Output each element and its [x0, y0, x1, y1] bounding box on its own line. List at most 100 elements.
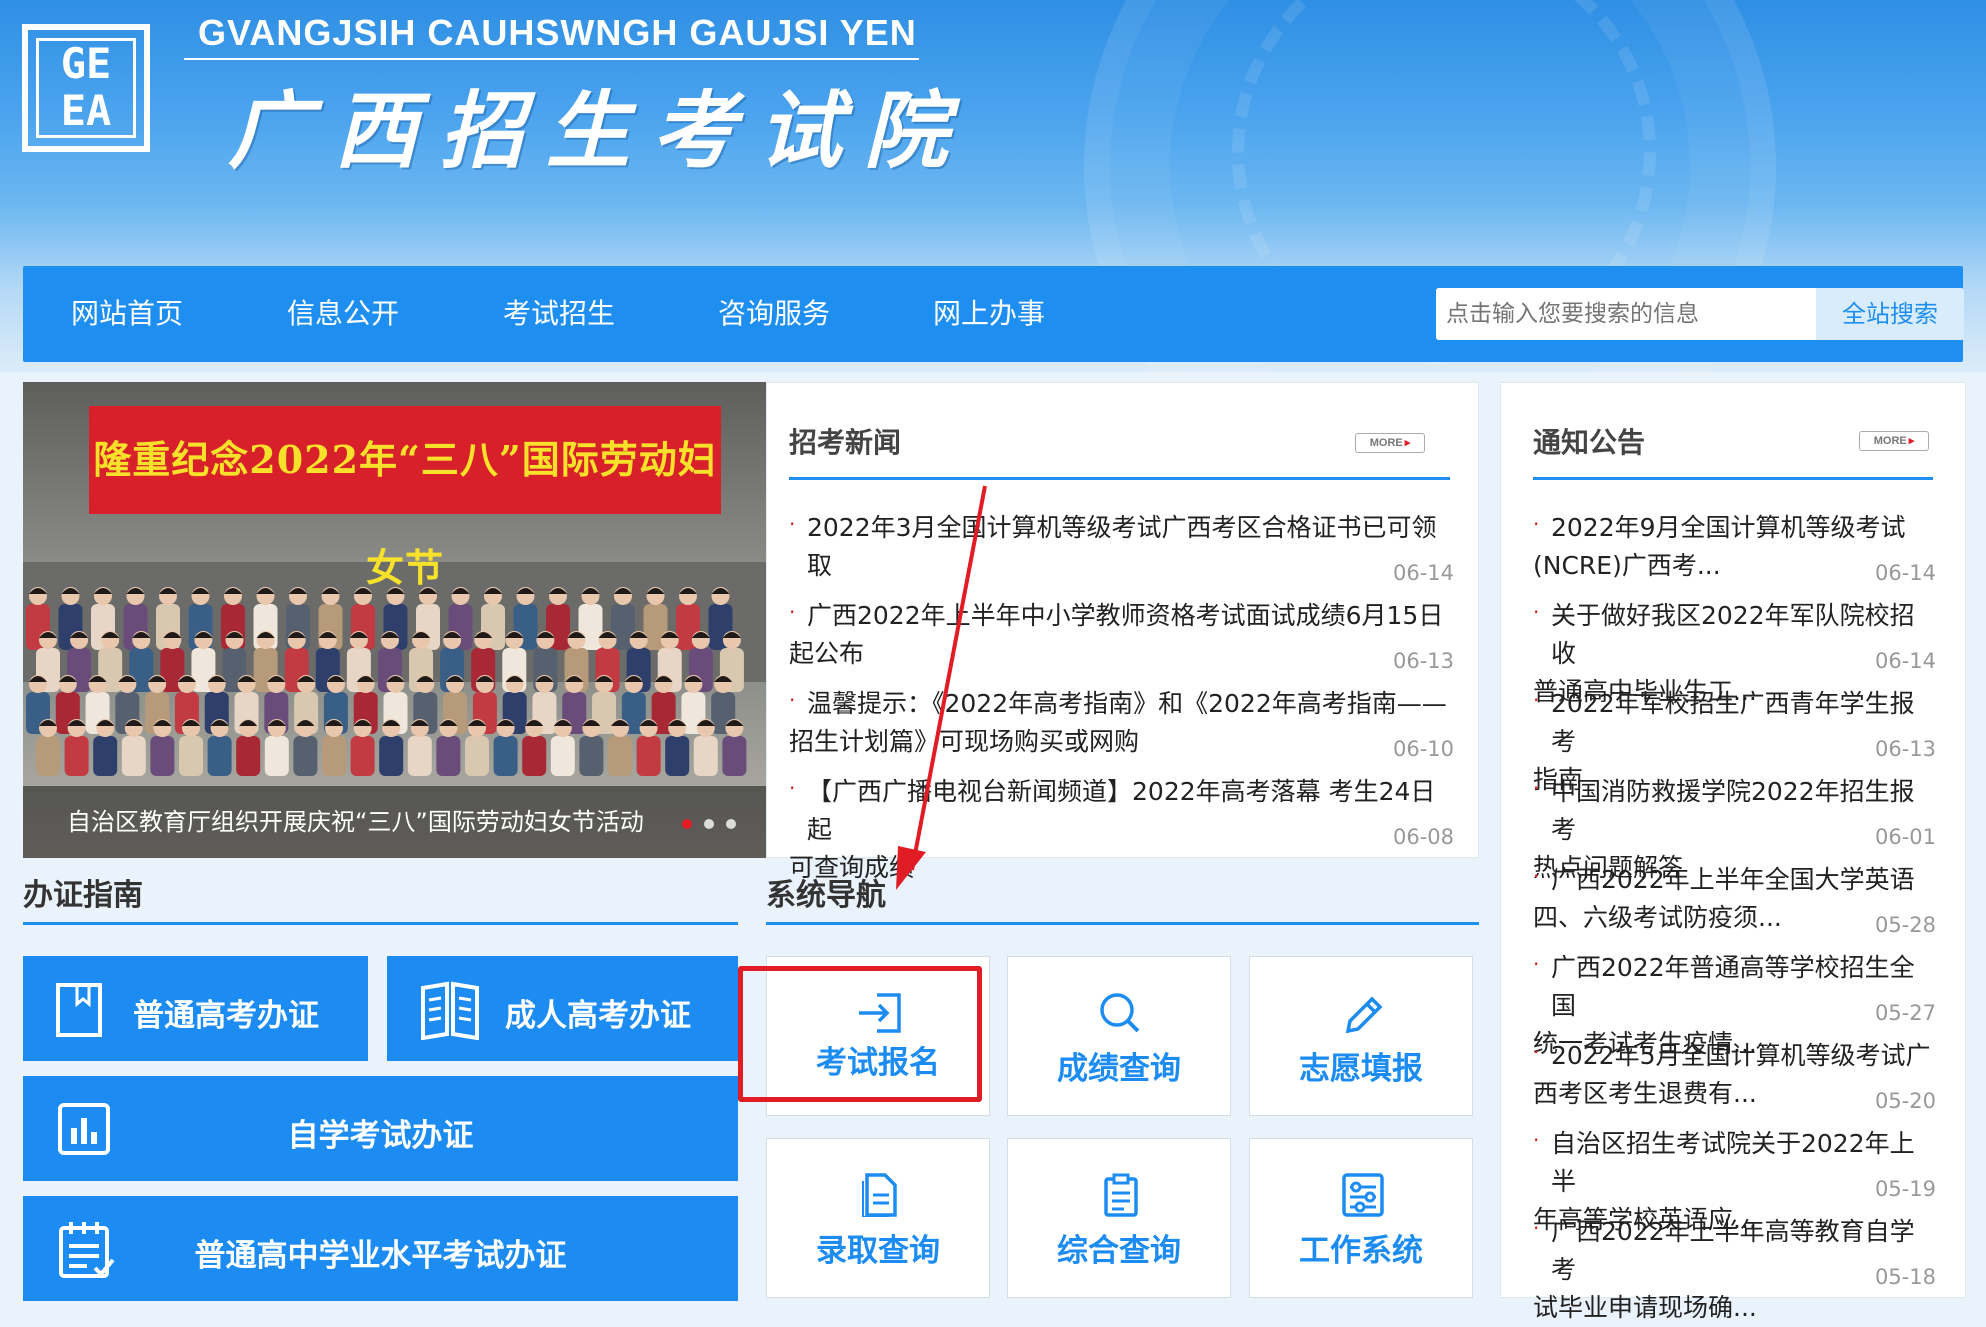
carousel-dots: [670, 814, 736, 833]
news-item-text-cont: 起公布: [789, 639, 865, 668]
notice-item-text: 自治区招生考试院关于2022年上半: [1551, 1129, 1915, 1196]
notice-item[interactable]: · 2022年5月全国计算机等级考试广 西考区考生退费有...: [1533, 1037, 1933, 1113]
sysnav-card-work[interactable]: 工作系统: [1249, 1138, 1473, 1298]
notice-item[interactable]: · 广西2022年上半年全国大学英语 四、六级考试防疫须...: [1533, 861, 1933, 937]
bullet-icon: ·: [1533, 864, 1540, 888]
bullet-icon: ·: [1533, 952, 1540, 976]
notice-item[interactable]: · 广西2022年上半年高等教育自学考 试毕业申请现场确...: [1533, 1213, 1933, 1327]
news-item[interactable]: · 【广西广播电视台新闻频道】2022年高考落幕 考生24日起 可查询成绩: [789, 773, 1450, 887]
news-title-underline: [789, 477, 1450, 480]
notice-more-button[interactable]: MORE ▸: [1859, 431, 1929, 451]
news-item[interactable]: · 2022年3月全国计算机等级考试广西考区合格证书已可领取: [789, 509, 1450, 585]
open-book-icon: [421, 981, 479, 1040]
bullet-icon: ·: [1533, 1040, 1540, 1064]
guide-tile-adult[interactable]: 成人高考办证: [387, 956, 738, 1061]
news-panel: 招考新闻 MORE ▸ · 2022年3月全国计算机等级考试广西考区合格证书已可领…: [766, 382, 1479, 882]
more-arrow-icon: ▸: [1908, 435, 1915, 447]
book-icon: [56, 983, 102, 1037]
news-more-button[interactable]: MORE ▸: [1355, 433, 1425, 453]
sysnav-title-underline: [766, 922, 1479, 925]
news-item[interactable]: · 广西2022年上半年中小学教师资格考试面试成绩6月15日 起公布: [789, 597, 1450, 673]
search-box: 全站搜索: [1436, 288, 1964, 340]
bullet-icon: ·: [789, 512, 796, 536]
sysnav-card-scores[interactable]: 成绩查询: [1007, 956, 1231, 1116]
bullet-icon: ·: [1533, 600, 1540, 624]
photo-person-body: [665, 736, 690, 776]
carousel-dot-active[interactable]: [682, 819, 692, 829]
photo-person-body: [693, 736, 718, 776]
carousel-dot[interactable]: [726, 819, 736, 829]
nav-item-exam[interactable]: 考试招生: [503, 266, 615, 362]
photo-person-hair: [191, 588, 210, 594]
photo-person-hair: [94, 588, 112, 594]
notice-item-text-cont: (NCRE)广西考...: [1533, 551, 1721, 580]
search-button[interactable]: 全站搜索: [1816, 288, 1964, 340]
nav-item-home[interactable]: 网站首页: [71, 266, 183, 362]
photo-carousel[interactable]: 隆重纪念2022年“三八”国际劳动妇女节 自治区教育厅组织开展庆祝“三八”国际劳…: [23, 382, 766, 858]
photo-person-body: [207, 736, 232, 776]
site-name-en: GVANGJSIH CAUHSWNGH GAUJSI YEN: [198, 12, 917, 53]
site-name-cn: 广西招生考试院: [228, 81, 971, 180]
photo-person-body: [636, 736, 661, 776]
pencil-icon: [1345, 996, 1383, 1034]
notice-date: 06-13: [1875, 737, 1937, 761]
search-input[interactable]: [1436, 288, 1816, 340]
photo-person-hair: [224, 588, 242, 594]
highlight-box: [738, 966, 982, 1102]
news-date: 06-13: [1393, 649, 1455, 673]
photo-person-body: [179, 736, 203, 776]
photo-person-hair: [289, 588, 307, 594]
photo-person-body: [407, 736, 432, 776]
sysnav-card-general[interactable]: 综合查询: [1007, 1138, 1231, 1298]
bullet-icon: ·: [1533, 776, 1540, 800]
notice-item-text: 2022年军校招生广西青年学生报考: [1551, 689, 1915, 756]
photo-person-hair: [581, 588, 600, 594]
photo-person-hair: [451, 588, 470, 594]
sysnav-card-admission[interactable]: 录取查询: [766, 1138, 990, 1298]
notice-item-text: 中国消防救援学院2022年招生报考: [1551, 777, 1915, 844]
guide-tile-label: 普通高考办证: [133, 998, 319, 1034]
photo-person-hair: [549, 588, 567, 594]
document-icon: [862, 1173, 897, 1217]
bullet-icon: ·: [1533, 1128, 1540, 1152]
sysnav-card-label: 工作系统: [1299, 1233, 1423, 1269]
photo-person-body: [93, 736, 118, 776]
photo-person-body: [64, 736, 89, 776]
photo-person-body: [121, 736, 146, 776]
guide-tile-gaokao[interactable]: 普通高考办证: [23, 956, 368, 1061]
guide-tile-selfstudy[interactable]: 自学考试办证: [23, 1076, 738, 1181]
guide-title-underline: [23, 922, 738, 925]
news-item-text: 【广西广播电视台新闻频道】2022年高考落幕 考生24日起: [807, 777, 1436, 844]
nav-item-consult[interactable]: 咨询服务: [718, 266, 830, 362]
guide-tile-label: 自学考试办证: [287, 1118, 474, 1154]
sysnav-card-preferences[interactable]: 志愿填报: [1249, 956, 1473, 1116]
notice-item-text: 2022年9月全国计算机等级考试: [1551, 513, 1906, 542]
sliders-icon: [1342, 1173, 1384, 1217]
notice-item[interactable]: · 2022年9月全国计算机等级考试 (NCRE)广西考...: [1533, 509, 1933, 585]
site-logo[interactable]: GE EA: [22, 24, 150, 152]
nav-item-online[interactable]: 网上办事: [933, 266, 1045, 362]
carousel-dot[interactable]: [704, 819, 714, 829]
notice-date: 05-20: [1875, 1089, 1937, 1113]
sysnav-title: 系统导航: [766, 878, 886, 913]
news-date: 06-10: [1393, 737, 1455, 761]
news-item-text: 温馨提示：《2022年高考指南》和《2022年高考指南——: [807, 689, 1447, 718]
photo-person-hair: [126, 588, 145, 594]
bullet-icon: ·: [789, 600, 796, 624]
news-item[interactable]: · 温馨提示：《2022年高考指南》和《2022年高考指南—— 招生计划篇》可现…: [789, 685, 1450, 761]
notice-date: 06-14: [1875, 561, 1937, 585]
photo-person-body: [436, 736, 461, 776]
notice-date: 05-19: [1875, 1177, 1937, 1201]
photo-person-body: [550, 736, 575, 776]
photo-person-body: [579, 736, 604, 776]
bullet-icon: ·: [1533, 1216, 1540, 1240]
news-date: 06-08: [1393, 825, 1455, 849]
notice-item-text: 广西2022年上半年高等教育自学考: [1551, 1217, 1915, 1284]
notice-date: 05-18: [1875, 1265, 1937, 1289]
photo-person-body: [350, 736, 375, 776]
nav-item-info[interactable]: 信息公开: [287, 266, 399, 362]
logo-letters-bottom: EA: [60, 86, 112, 135]
photo-person-hair: [61, 588, 80, 594]
guide-tile-academic[interactable]: 普通高中学业水平考试办证: [23, 1196, 738, 1301]
notice-item-text: 关于做好我区2022年军队院校招收: [1551, 601, 1915, 668]
